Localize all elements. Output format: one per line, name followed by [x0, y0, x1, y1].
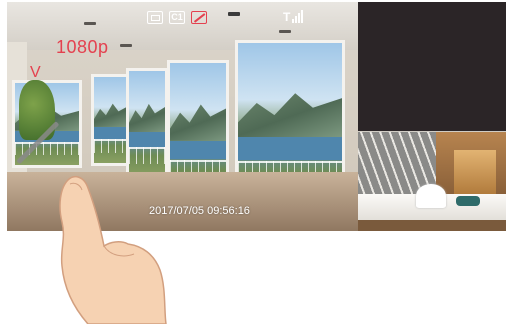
window-pane — [126, 68, 168, 180]
channel-icon: C1 — [169, 10, 185, 24]
ceiling-light — [84, 22, 96, 25]
towel-swans — [416, 184, 446, 208]
mode-label: V — [30, 64, 41, 81]
bench — [358, 220, 506, 231]
lamp — [454, 150, 496, 196]
empty-video-panel — [358, 2, 506, 131]
ceiling-light — [279, 30, 291, 33]
status-icons: C1 — [147, 10, 207, 24]
indicator-bar — [228, 12, 240, 16]
hand-pointer-icon — [59, 175, 167, 324]
no-record-icon — [191, 10, 207, 24]
secondary-camera-view[interactable] — [358, 131, 506, 231]
ceiling-light — [120, 44, 132, 47]
window-pane — [91, 74, 131, 166]
pillow — [456, 196, 480, 206]
signal-strength-icon: T — [283, 9, 304, 24]
resolution-label: 1080p — [56, 37, 109, 57]
signal-label: T — [283, 10, 291, 24]
sd-card-icon — [147, 10, 163, 24]
